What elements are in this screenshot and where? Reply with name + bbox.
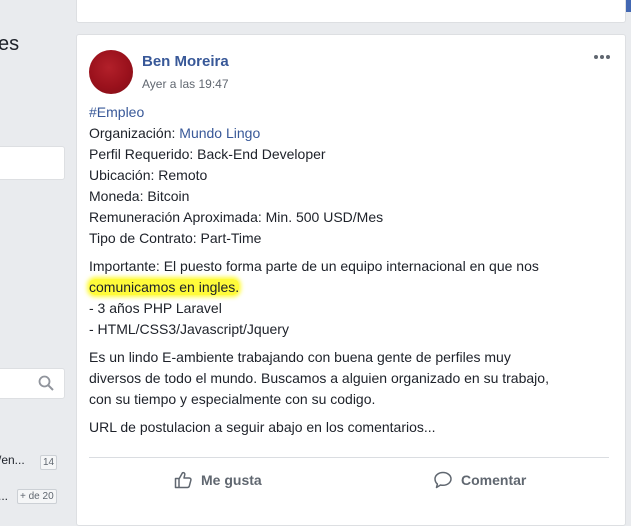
- post-line: - HTML/CSS3/Javascript/Jquery: [89, 321, 289, 337]
- like-icon: [174, 471, 192, 489]
- highlighted-text: comunicamos en ingles.: [89, 279, 240, 295]
- post-line: Perfil Requerido: Back-End Developer: [89, 146, 326, 162]
- post-line: Es un lindo E-ambiente trabajando con bu…: [89, 349, 511, 365]
- post-line: URL de postulacion a seguir abajo en los…: [89, 419, 436, 435]
- left-search-box[interactable]: [0, 368, 65, 399]
- org-label: Organización:: [89, 125, 180, 141]
- avatar[interactable]: [89, 50, 133, 94]
- hashtag-link[interactable]: #Empleo: [89, 104, 144, 120]
- comment-button[interactable]: Comentar: [433, 469, 526, 491]
- post-line: Remuneración Aproximada: Min. 500 USD/Me…: [89, 209, 384, 225]
- left-list-count-badge: + de 20: [17, 489, 57, 504]
- left-list-count-badge: 14: [40, 455, 58, 470]
- post-line: Importante: El puesto forma parte de un …: [89, 258, 539, 274]
- left-list-item[interactable]: /en...: [0, 453, 25, 467]
- post-line: Tipo de Contrato: Part-Time: [89, 230, 262, 246]
- post-card: Ben Moreira Ayer a las 19:47 #Empleo Org…: [76, 34, 626, 526]
- post-body: #Empleo Organización: Mundo Lingo Perfil…: [89, 102, 614, 438]
- comment-icon: [434, 471, 452, 489]
- org-link[interactable]: Mundo Lingo: [179, 125, 260, 141]
- search-icon[interactable]: [38, 375, 54, 391]
- like-button[interactable]: Me gusta: [173, 469, 262, 491]
- previous-post-card: [76, 0, 626, 23]
- post-line: diversos de todo el mundo. Buscamos a al…: [89, 370, 549, 386]
- post-line: con su tiempo y especialmente con su cod…: [89, 391, 376, 407]
- more-options-icon[interactable]: [594, 50, 614, 64]
- post-line: Moneda: Bitcoin: [89, 188, 190, 204]
- comment-label: Comentar: [461, 472, 527, 488]
- left-list-item[interactable]: ...: [0, 489, 8, 503]
- left-column-panel: [0, 146, 65, 180]
- like-label: Me gusta: [201, 472, 262, 488]
- post-author-name[interactable]: Ben Moreira: [142, 53, 229, 70]
- post-line: Ubicación: Remoto: [89, 167, 208, 183]
- action-divider: [89, 457, 609, 458]
- left-column-title: es: [0, 33, 20, 55]
- post-line: - 3 años PHP Laravel: [89, 300, 222, 316]
- post-timestamp[interactable]: Ayer a las 19:47: [142, 77, 229, 91]
